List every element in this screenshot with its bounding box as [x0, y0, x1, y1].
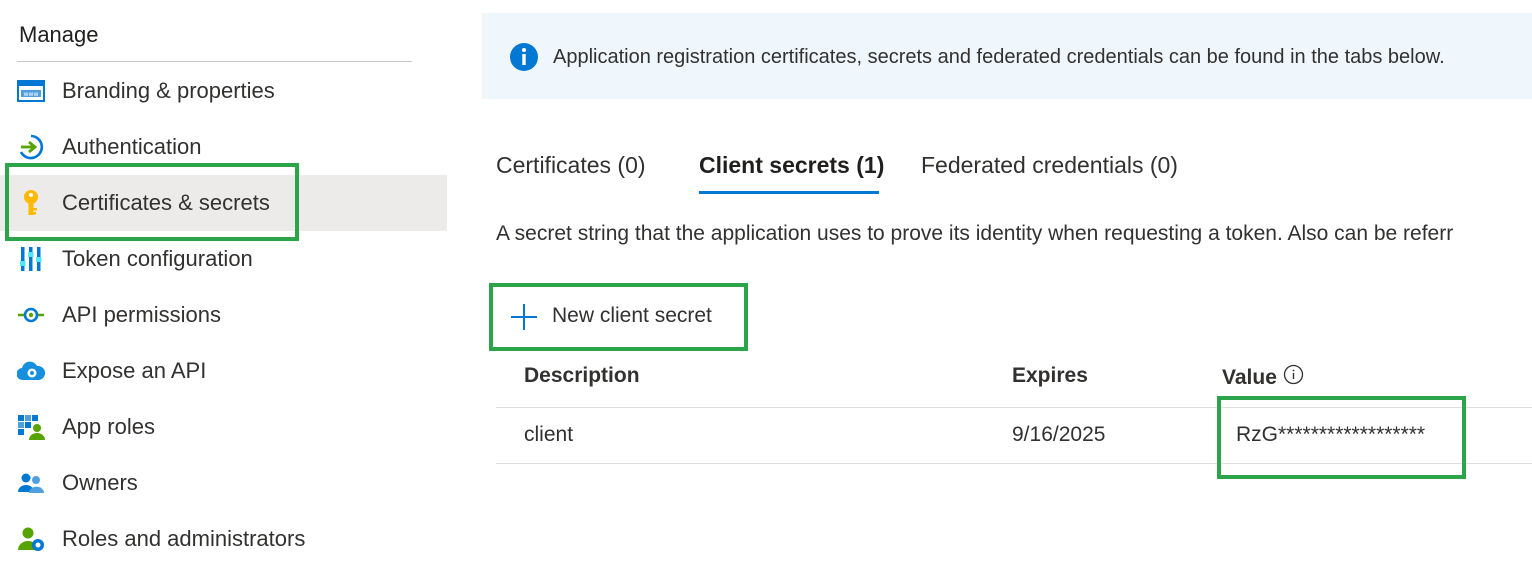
- new-client-secret-label: New client secret: [552, 304, 712, 327]
- sidebar-item-branding[interactable]: www Branding & properties: [0, 63, 447, 119]
- sidebar: Manage www Branding & properties Authent…: [0, 0, 447, 565]
- sidebar-item-label: Authentication: [62, 134, 202, 159]
- sidebar-item-label: Owners: [62, 470, 138, 495]
- new-client-secret-button[interactable]: New client secret: [497, 291, 741, 343]
- column-header-expires: Expires: [1012, 364, 1088, 387]
- info-banner: Application registration certificates, s…: [482, 13, 1532, 99]
- sidebar-item-label: Roles and administrators: [62, 526, 306, 551]
- sidebar-item-authentication[interactable]: Authentication: [0, 119, 447, 175]
- cell-description: client: [524, 423, 574, 446]
- tab-client-secrets[interactable]: Client secrets (1): [699, 152, 884, 179]
- column-header-description: Description: [524, 364, 640, 387]
- section-title: Manage: [19, 22, 99, 47]
- roles-admin-icon: [17, 525, 45, 553]
- sidebar-item-app-roles[interactable]: App roles: [0, 399, 447, 455]
- sidebar-item-label: Certificates & secrets: [62, 190, 270, 215]
- sidebar-item-expose-api[interactable]: Expose an API: [0, 343, 447, 399]
- sidebar-item-label: API permissions: [62, 302, 221, 327]
- authentication-icon: [17, 133, 45, 161]
- sidebar-item-token-configuration[interactable]: Token configuration: [0, 231, 447, 287]
- sidebar-item-label: Branding & properties: [62, 78, 275, 103]
- info-banner-text: Application registration certificates, s…: [553, 46, 1445, 68]
- table-row-divider: [496, 463, 1532, 464]
- svg-text:www: www: [24, 91, 39, 98]
- sidebar-item-label: Expose an API: [62, 358, 207, 383]
- app-registration-page: Manage www Branding & properties Authent…: [0, 0, 1532, 565]
- column-header-value: Value: [1222, 364, 1304, 391]
- info-icon: [510, 43, 538, 71]
- section-divider: [17, 61, 412, 62]
- client-secrets-description: A secret string that the application use…: [496, 222, 1454, 245]
- column-header-value-label: Value: [1222, 365, 1277, 389]
- tab-certificates[interactable]: Certificates (0): [496, 152, 646, 179]
- sidebar-item-certificates-secrets[interactable]: Certificates & secrets: [0, 175, 447, 231]
- cell-value[interactable]: RzG******************: [1236, 423, 1425, 447]
- sidebar-item-roles-administrators[interactable]: Roles and administrators: [0, 511, 447, 565]
- table-header-divider: [496, 407, 1532, 408]
- token-configuration-icon: [17, 245, 45, 273]
- owners-icon: [17, 469, 45, 497]
- sidebar-item-label: Token configuration: [62, 246, 253, 271]
- key-icon: [17, 189, 45, 217]
- sidebar-item-label: App roles: [62, 414, 155, 439]
- app-roles-icon: [17, 413, 45, 441]
- cell-expires: 9/16/2025: [1012, 423, 1106, 446]
- sidebar-item-api-permissions[interactable]: API permissions: [0, 287, 447, 343]
- cloud-gear-icon: [17, 357, 45, 385]
- active-tab-indicator: [699, 191, 879, 194]
- plus-icon: [510, 303, 538, 331]
- branding-icon: www: [17, 77, 45, 105]
- tab-federated-credentials[interactable]: Federated credentials (0): [921, 152, 1178, 179]
- api-permissions-icon: [17, 301, 45, 329]
- info-outline-icon[interactable]: [1283, 364, 1304, 391]
- sidebar-item-owners[interactable]: Owners: [0, 455, 447, 511]
